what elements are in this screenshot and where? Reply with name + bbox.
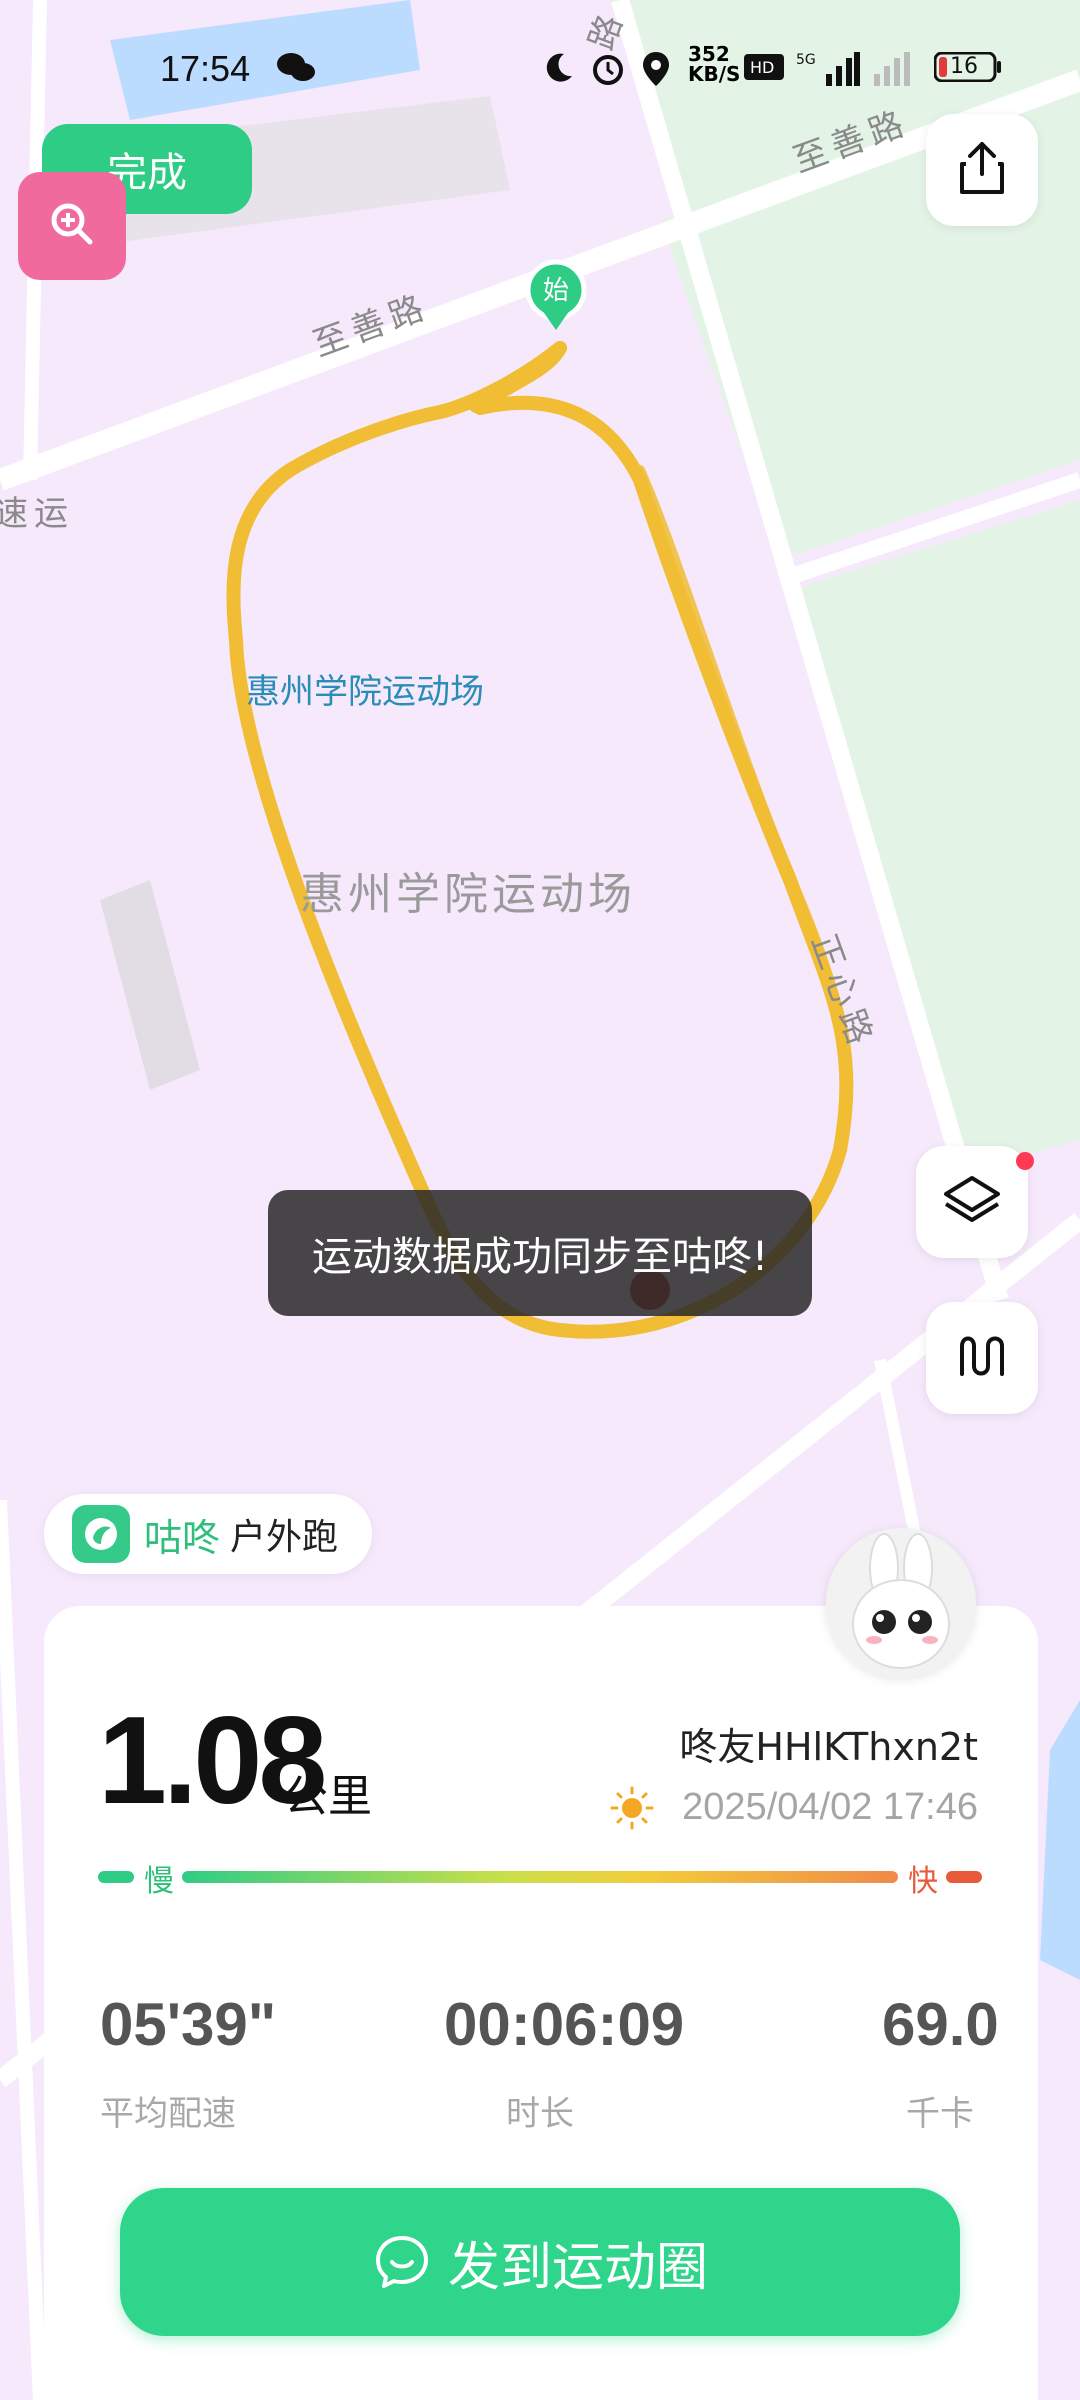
status-bar: 17:54 352 KB/S HD 5G 16 (0, 40, 1080, 100)
slow-segment (98, 1871, 134, 1883)
distance-unit: 公里 (284, 1771, 372, 1822)
sync-toast: 运动数据成功同步至咕咚! (268, 1190, 812, 1316)
signal-5g-icon: 5G (796, 50, 860, 92)
signal-icon (870, 50, 920, 92)
avg-pace-value: 05'39" (100, 1991, 277, 2058)
username: 咚友HHlKThxn2t (679, 1725, 978, 1769)
map-layers-button[interactable] (916, 1146, 1028, 1258)
notification-dot (1016, 1152, 1034, 1170)
duration-label: 时长 (506, 2094, 574, 2134)
calories-value: 69.0 (882, 1991, 999, 2058)
moon-icon (540, 50, 576, 90)
codoon-logo-icon (72, 1505, 130, 1563)
pace-color-scale: 慢 快 (98, 1856, 982, 1899)
calories-label: 千卡 (906, 2094, 974, 2134)
avatar[interactable] (826, 1528, 976, 1678)
alarm-icon (590, 50, 626, 90)
road-label: 速运 (0, 494, 74, 534)
svg-text:HD: HD (750, 58, 774, 77)
post-button-label: 发到运动圈 (447, 2237, 708, 2298)
route-icon (954, 1328, 1010, 1388)
layers-icon (942, 1172, 1002, 1232)
fast-segment (946, 1871, 982, 1883)
chat-bubble-icon (372, 2232, 432, 2292)
post-to-feed-button[interactable]: 发到运动圈 (120, 2188, 960, 2336)
hd-icon: HD (744, 54, 784, 84)
route-toggle-button[interactable] (926, 1302, 1038, 1414)
location-icon (640, 50, 672, 92)
toast-text: 运动数据成功同步至咕咚! (311, 1234, 769, 1280)
slow-label: 慢 (144, 1864, 174, 1899)
activity-datetime: 2025/04/02 17:46 (682, 1786, 978, 1828)
zoom-button[interactable] (18, 172, 126, 280)
status-time: 17:54 (160, 48, 251, 89)
activity-type: 户外跑 (230, 1517, 339, 1558)
network-speed: 352 KB/S (688, 42, 741, 86)
share-icon (956, 140, 1008, 200)
pace-gradient (182, 1871, 898, 1883)
brand-name: 咕咚 (144, 1515, 221, 1560)
start-marker-label: 始 (543, 276, 570, 306)
brand-badge: 咕咚 户外跑 (44, 1494, 372, 1574)
zoom-in-icon (48, 200, 96, 252)
duration-value: 00:06:09 (444, 1991, 685, 2058)
avg-pace-label: 平均配速 (100, 2094, 236, 2134)
svg-text:5G: 5G (796, 52, 816, 68)
area-label: 惠州学院运动场 (300, 869, 636, 920)
wechat-icon (276, 50, 316, 90)
fast-label: 快 (908, 1864, 938, 1899)
sun-weather-icon (610, 1786, 654, 1834)
poi-label: 惠州学院运动场 (246, 672, 484, 712)
share-button[interactable] (926, 114, 1038, 226)
battery-icon: 16 (934, 52, 1001, 82)
battery-level: 16 (950, 54, 978, 79)
